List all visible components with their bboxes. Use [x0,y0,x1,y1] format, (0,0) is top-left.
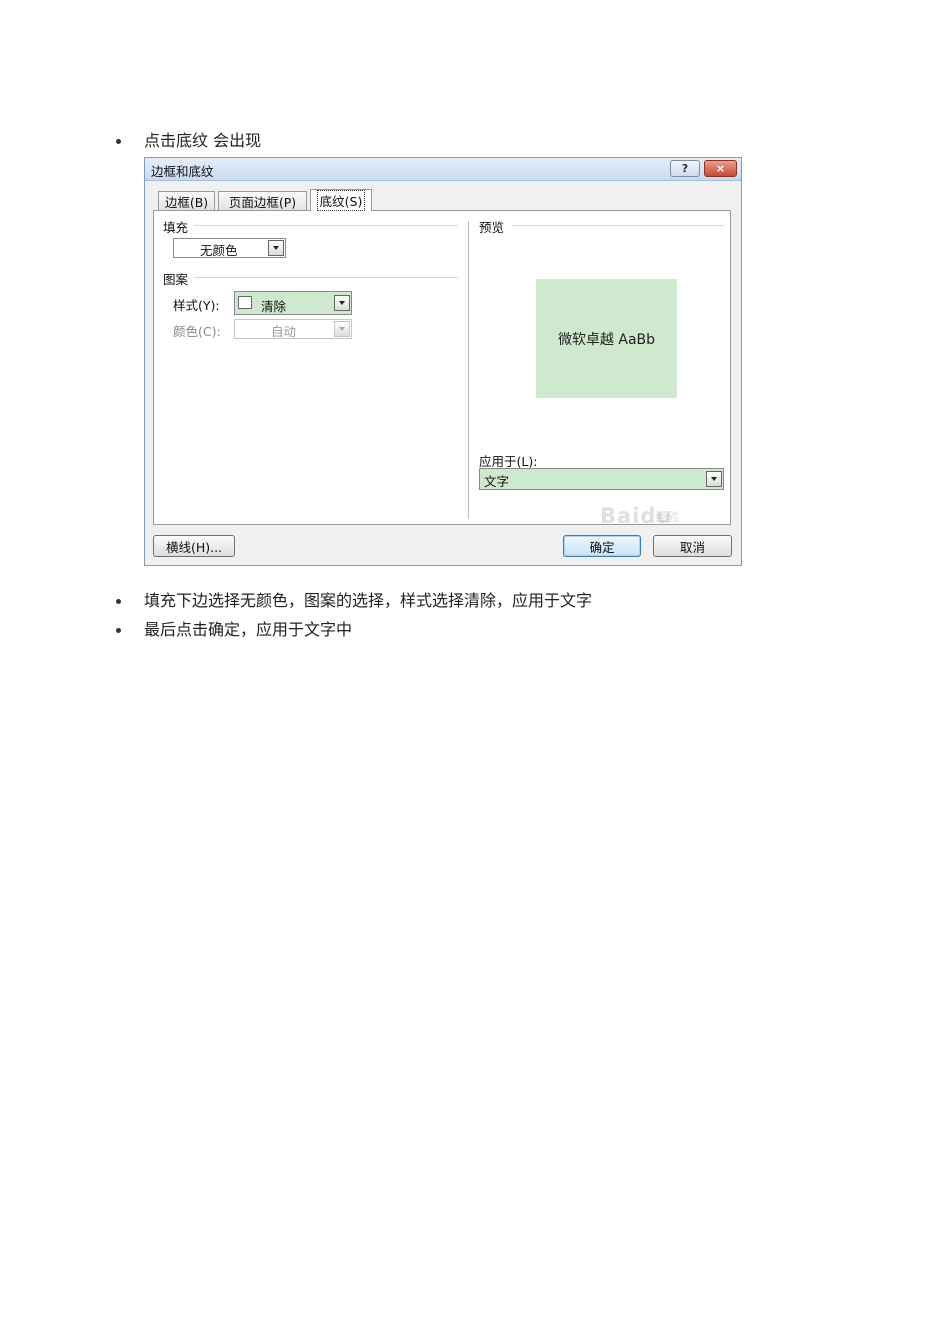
bullet-dot [116,598,121,604]
close-button[interactable]: × [704,160,737,177]
close-icon: × [715,162,726,175]
bullet-item-2: 填充下边选择无颜色，图案的选择，样式选择清除，应用于文字 [116,591,592,611]
help-icon: ? [681,162,689,175]
fill-color-value: 无颜色 [200,243,238,258]
bullet-item-1: 点击底纹 会出现 [116,131,261,151]
button-label: 确定 [589,539,615,555]
dialog-title: 边框和底纹 [151,164,214,179]
preview-group-label: 预览 [479,217,505,236]
bullet-text: 填充下边选择无颜色，图案的选择，样式选择清除，应用于文字 [144,591,593,610]
pattern-swatch [238,296,252,309]
chevron-down-icon[interactable] [268,240,284,256]
button-label: 取消 [679,539,705,555]
pattern-color-value: 自动 [271,324,297,339]
tab-borders[interactable]: 边框(B) [158,191,215,210]
bullet-dot [116,627,121,633]
column-separator [468,221,469,519]
cancel-button[interactable]: 取消 [653,535,732,557]
chevron-down-icon[interactable] [706,471,722,487]
preview-sample: 微软卓越 AaBb [536,279,677,398]
pattern-color-label: 颜色(C): [173,324,221,339]
bullet-text: 点击底纹 会出现 [144,131,262,150]
apply-to-select[interactable]: 文字 [479,468,724,490]
ok-button[interactable]: 确定 [563,535,641,557]
style-label: 样式(Y): [173,298,220,313]
help-button[interactable]: ? [670,160,700,177]
tab-label: 边框(B) [164,194,209,210]
chevron-down-icon[interactable] [334,295,350,311]
pattern-color-select[interactable]: 自动 [234,319,352,339]
tab-page-border[interactable]: 页面边框(P) [218,191,307,210]
tab-shading[interactable]: 底纹(S) [310,189,372,211]
pattern-group-divider [194,277,458,278]
tab-label: 页面边框(P) [228,194,297,210]
fill-group-label: 填充 [163,217,189,236]
horizontal-line-button[interactable]: 横线(H)... [153,535,235,557]
bullet-dot [116,138,121,144]
chevron-down-icon[interactable] [334,321,350,337]
fill-group-divider [194,225,458,226]
borders-and-shading-dialog: 边框和底纹 ? × 边框(B) 页面边框(P) 底纹(S) 填充 无颜色 图案 … [144,157,742,566]
pattern-group-label: 图案 [163,269,189,288]
pattern-style-select[interactable]: 清除 [234,291,352,315]
apply-to-value: 文字 [484,474,510,489]
button-label: 横线(H)... [165,539,223,555]
dialog-titlebar: 边框和底纹 ? × [145,158,741,181]
shading-panel: 填充 无颜色 图案 样式(Y): 清除 颜色(C): 自动 预览 微软卓越 Aa… [153,210,731,525]
preview-sample-text: 微软卓越 AaBb [557,331,656,348]
bullet-text: 最后点击确定，应用于文字中 [144,620,353,639]
preview-group-divider [512,225,724,226]
tab-label: 底纹(S) [316,190,366,211]
bullet-item-3: 最后点击确定，应用于文字中 [116,620,352,640]
fill-color-select[interactable]: 无颜色 [173,238,286,258]
pattern-style-value: 清除 [261,299,287,314]
